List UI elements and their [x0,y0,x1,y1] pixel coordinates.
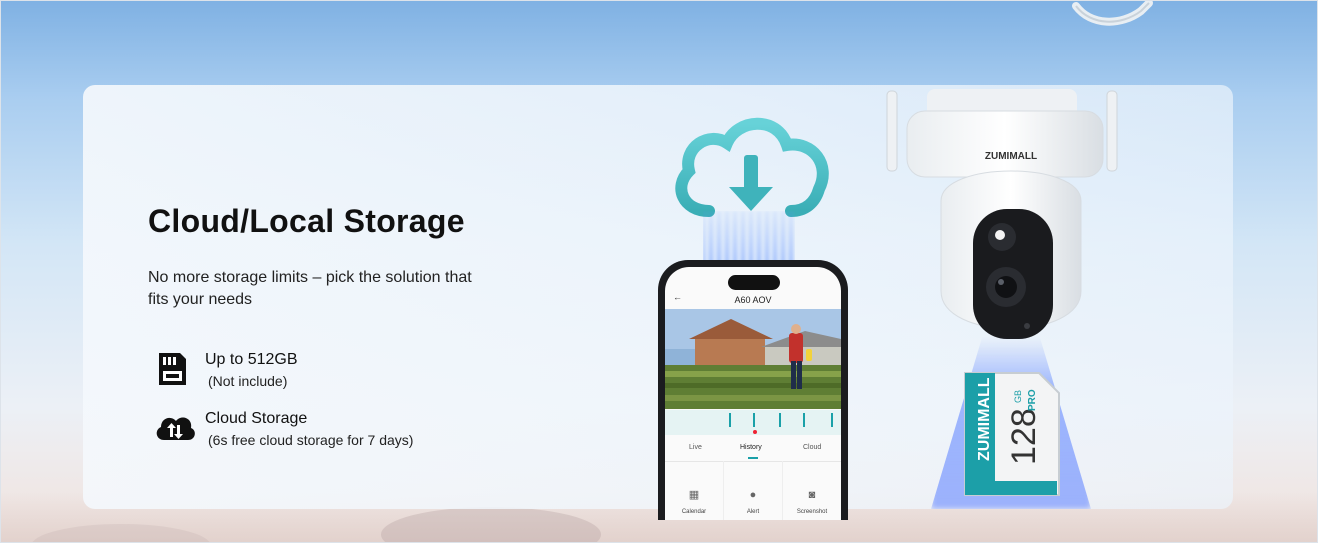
screenshot-icon: ◙ [808,489,816,501]
timeline-event[interactable] [729,413,731,427]
feature-note: (6s free cloud storage for 7 days) [208,432,414,448]
tool-label: Calendar [681,509,707,515]
alert-button[interactable]: ● Alert [728,489,778,515]
timeline-event[interactable] [753,413,755,427]
camera-feed-image [665,309,841,409]
timeline-event[interactable] [803,413,805,427]
feature-title: Up to 512GB [205,351,298,368]
cloud-storage-icon [153,410,197,449]
sd-card-icon [153,351,189,392]
sd-card-tier: PRO [1027,389,1038,411]
divider [723,461,724,520]
tool-label: Alert [746,509,760,515]
camera-cable [1072,1,1153,26]
feature-cloud-storage: Cloud Storage (6s free cloud storage for… [153,410,473,454]
page-title: Cloud/Local Storage [148,203,465,239]
divider [665,461,841,462]
page-subtitle: No more storage limits – pick the soluti… [148,269,472,308]
phone-notch [728,275,780,290]
phone-mockup: ← A60 AOV Live History Cloud ▦ Calendar … [658,260,848,520]
feature-local-storage: Up to 512GB (Not include) [153,351,473,395]
phone-screen: ← A60 AOV Live History Cloud ▦ Calendar … [665,267,841,520]
history-timeline[interactable] [665,410,841,435]
page-frame: Cloud/Local Storage No more storage limi… [0,0,1318,543]
app-title: A60 AOV [734,295,772,305]
tab-history[interactable]: History [740,444,762,451]
sd-card-capacity: 128 [1005,408,1043,465]
alert-icon: ● [749,489,757,501]
screenshot-button[interactable]: ◙ Screenshot [787,489,837,515]
sd-card-brand: ZUMIMALL [976,377,993,461]
calendar-button[interactable]: ▦ Calendar [669,489,719,515]
tab-cloud[interactable]: Cloud [803,444,821,451]
timeline-cursor [753,430,757,434]
timeline-event[interactable] [779,413,781,427]
camera-brand: ZUMIMALL [985,151,1037,162]
active-tab-indicator [748,457,758,459]
sd-card-unit: GB [1013,390,1023,403]
feature-title: Cloud Storage [205,410,308,427]
divider [782,461,783,520]
view-tabs: Live History Cloud [665,439,841,461]
timeline-event[interactable] [831,413,833,427]
sd-card-image: ZUMIMALL 128 GB PRO [964,372,1060,496]
feature-note: (Not include) [208,373,288,389]
tab-live[interactable]: Live [689,444,702,451]
calendar-icon: ▦ [688,489,700,501]
tool-label: Screenshot [796,509,828,515]
